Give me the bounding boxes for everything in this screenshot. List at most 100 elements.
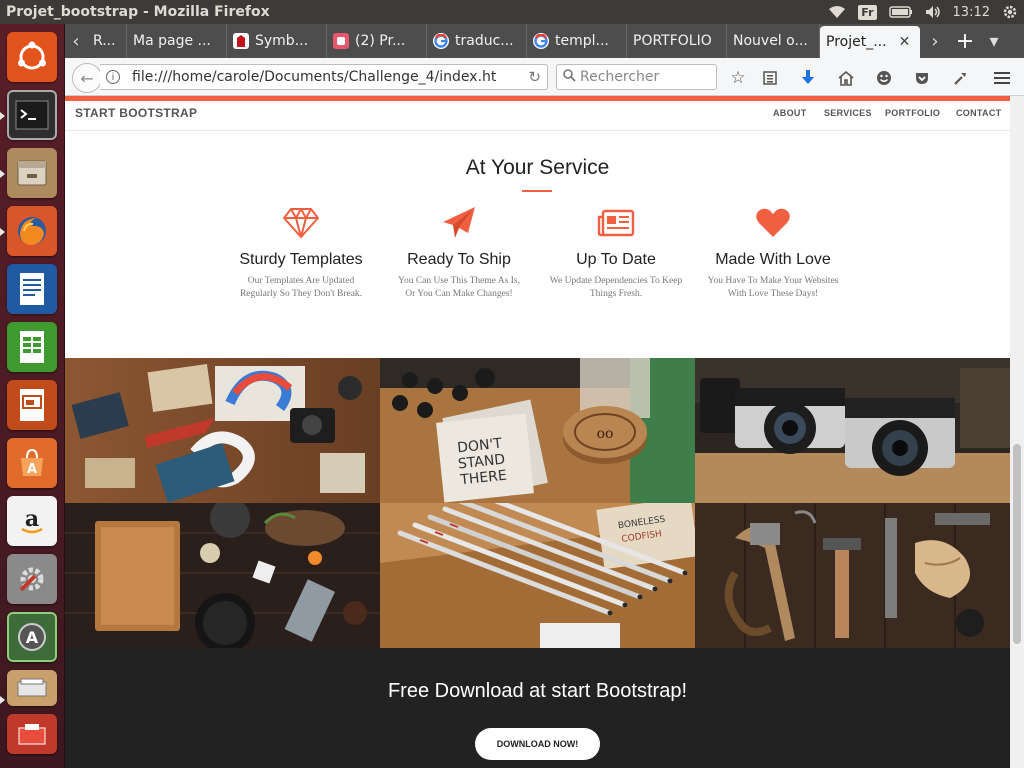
keyboard-layout-indicator[interactable]: Fr xyxy=(858,4,877,20)
navigation-toolbar: ← i file:///home/carole/Documents/Challe… xyxy=(65,58,1024,96)
tab-2[interactable]: Symb... xyxy=(227,24,327,58)
firefox-window: ‹ R... Ma page ... Symb... (2) Pr... tra… xyxy=(65,24,1024,768)
smiley-feedback-icon[interactable] xyxy=(873,67,895,89)
keyboard-layout-label: Fr xyxy=(858,4,877,20)
url-text[interactable]: file:///home/carole/Documents/Challenge_… xyxy=(132,69,512,85)
files-icon[interactable] xyxy=(7,148,57,198)
service-card: Up To Date We Update Dependencies To Kee… xyxy=(541,206,691,300)
tab-7[interactable]: Nouvel o... xyxy=(727,24,820,58)
nav-link-services[interactable]: SERVICES xyxy=(824,108,872,118)
terminal-icon[interactable] xyxy=(7,90,57,140)
hamburger-menu-icon[interactable] xyxy=(991,67,1013,89)
download-now-button[interactable]: DOWNLOAD NOW! xyxy=(475,728,600,760)
search-icon xyxy=(563,68,576,86)
tab-label: Ma page ... xyxy=(133,33,211,49)
tab-active[interactable]: Projet_... ✕ xyxy=(820,26,920,58)
launcher-running-indicator xyxy=(0,170,5,178)
tab-5[interactable]: templ... xyxy=(527,24,627,58)
launcher-running-indicator xyxy=(0,696,5,704)
launcher-running-indicator xyxy=(0,228,5,236)
scanner-icon[interactable] xyxy=(7,670,57,706)
heart-icon xyxy=(698,206,848,240)
paper-plane-icon xyxy=(384,206,534,240)
services-section: At Your Service Sturdy Templates Our Tem… xyxy=(65,132,1010,358)
site-navbar: START BOOTSTRAP ABOUT SERVICES PORTFOLIO… xyxy=(65,101,1010,131)
ubuntu-dash-icon[interactable] xyxy=(7,32,57,82)
pocket-icon[interactable] xyxy=(911,67,933,89)
home-icon[interactable] xyxy=(835,67,857,89)
window-title: Projet_bootstrap - Mozilla Firefox xyxy=(6,4,270,20)
bookmarks-list-icon[interactable] xyxy=(759,67,781,89)
reload-icon[interactable]: ↻ xyxy=(528,68,541,86)
tabs-scroll-right-button[interactable]: › xyxy=(920,24,950,58)
software-updater-icon[interactable]: A xyxy=(7,612,57,662)
amazon-icon[interactable]: a xyxy=(7,496,57,546)
service-description: You Can Use This Theme As Is, Or You Can… xyxy=(398,276,520,299)
firefox-icon[interactable] xyxy=(7,206,57,256)
tab-list-button[interactable]: ▾ xyxy=(980,24,1008,58)
search-placeholder: Rechercher xyxy=(580,69,660,85)
service-title: Made With Love xyxy=(715,251,831,268)
bookmark-star-icon[interactable]: ☆ xyxy=(727,67,749,89)
clock[interactable]: 13:12 xyxy=(953,5,990,20)
nav-link-contact[interactable]: CONTACT xyxy=(956,108,1001,118)
tab-label: (2) Pr... xyxy=(355,33,406,49)
volume-icon[interactable] xyxy=(925,5,941,19)
tab-1[interactable]: Ma page ... xyxy=(127,24,227,58)
diamond-icon xyxy=(226,206,376,240)
scrollbar-thumb[interactable] xyxy=(1013,444,1021,644)
page-scrollbar[interactable] xyxy=(1010,96,1024,768)
tab-label: Projet_... xyxy=(826,34,887,50)
service-card: Made With Love You Have To Make Your Web… xyxy=(698,206,848,300)
tab-bar: ‹ R... Ma page ... Symb... (2) Pr... tra… xyxy=(65,24,1024,58)
impress-icon[interactable] xyxy=(7,380,57,430)
site-brand-link[interactable]: START BOOTSTRAP xyxy=(75,106,197,120)
newspaper-icon xyxy=(541,206,691,240)
back-button[interactable]: ← xyxy=(72,63,102,93)
system-settings-icon[interactable] xyxy=(7,554,57,604)
developer-tools-icon[interactable] xyxy=(949,67,971,89)
portfolio-photo-branding-mockup[interactable] xyxy=(65,358,380,503)
tab-0[interactable]: R... xyxy=(87,24,127,58)
service-card: Sturdy Templates Our Templates Are Updat… xyxy=(226,206,376,300)
page-viewport: START BOOTSTRAP ABOUT SERVICES PORTFOLIO… xyxy=(65,96,1010,768)
tab-label: R... xyxy=(93,33,116,49)
battery-icon[interactable] xyxy=(888,6,913,18)
tab-label: Symb... xyxy=(255,33,309,49)
service-title: Up To Date xyxy=(576,251,656,268)
svg-text:A: A xyxy=(27,462,37,477)
nav-link-about[interactable]: ABOUT xyxy=(773,108,807,118)
portfolio-photo-vintage-cameras[interactable] xyxy=(695,358,1010,503)
calc-icon[interactable] xyxy=(7,322,57,372)
tab-3[interactable]: (2) Pr... xyxy=(327,24,427,58)
tab-label: templ... xyxy=(555,33,609,49)
tab-4[interactable]: traduc... xyxy=(427,24,527,58)
search-bar[interactable]: Rechercher xyxy=(556,64,717,90)
portfolio-photo-pencils[interactable]: BONELESS CODFISH xyxy=(380,503,695,648)
nav-link-portfolio[interactable]: PORTFOLIO xyxy=(885,108,940,118)
wifi-icon[interactable] xyxy=(828,5,846,19)
system-tray: Fr 13:12 xyxy=(828,0,1018,24)
service-title: Sturdy Templates xyxy=(239,251,363,268)
software-center-icon[interactable]: A xyxy=(7,438,57,488)
url-bar[interactable]: i file:///home/carole/Documents/Challeng… xyxy=(100,64,548,90)
backup-icon[interactable] xyxy=(7,714,57,754)
gear-icon[interactable] xyxy=(1002,4,1018,20)
svg-text:A: A xyxy=(26,628,39,647)
portfolio-photo-dont-stand-there-coasters[interactable]: DON'T STAND THERE oo xyxy=(380,358,695,503)
tab-6[interactable]: PORTFOLIO xyxy=(627,24,727,58)
tabs-scroll-left-button[interactable]: ‹ xyxy=(65,24,87,58)
heading-divider xyxy=(522,190,552,192)
google-icon xyxy=(533,33,549,49)
service-card: Ready To Ship You Can Use This Theme As … xyxy=(384,206,534,300)
writer-icon[interactable] xyxy=(7,264,57,314)
portfolio-photo-tools[interactable] xyxy=(695,503,1010,648)
downloads-icon[interactable] xyxy=(797,67,819,89)
portfolio-photo-kitchen-board[interactable] xyxy=(65,503,380,648)
close-tab-icon[interactable]: ✕ xyxy=(899,34,911,50)
tab-label: Nouvel o... xyxy=(733,33,808,49)
svg-text:oo: oo xyxy=(597,426,614,442)
google-icon xyxy=(433,33,449,49)
new-tab-button[interactable]: + xyxy=(950,24,980,58)
site-info-icon[interactable]: i xyxy=(106,70,120,84)
